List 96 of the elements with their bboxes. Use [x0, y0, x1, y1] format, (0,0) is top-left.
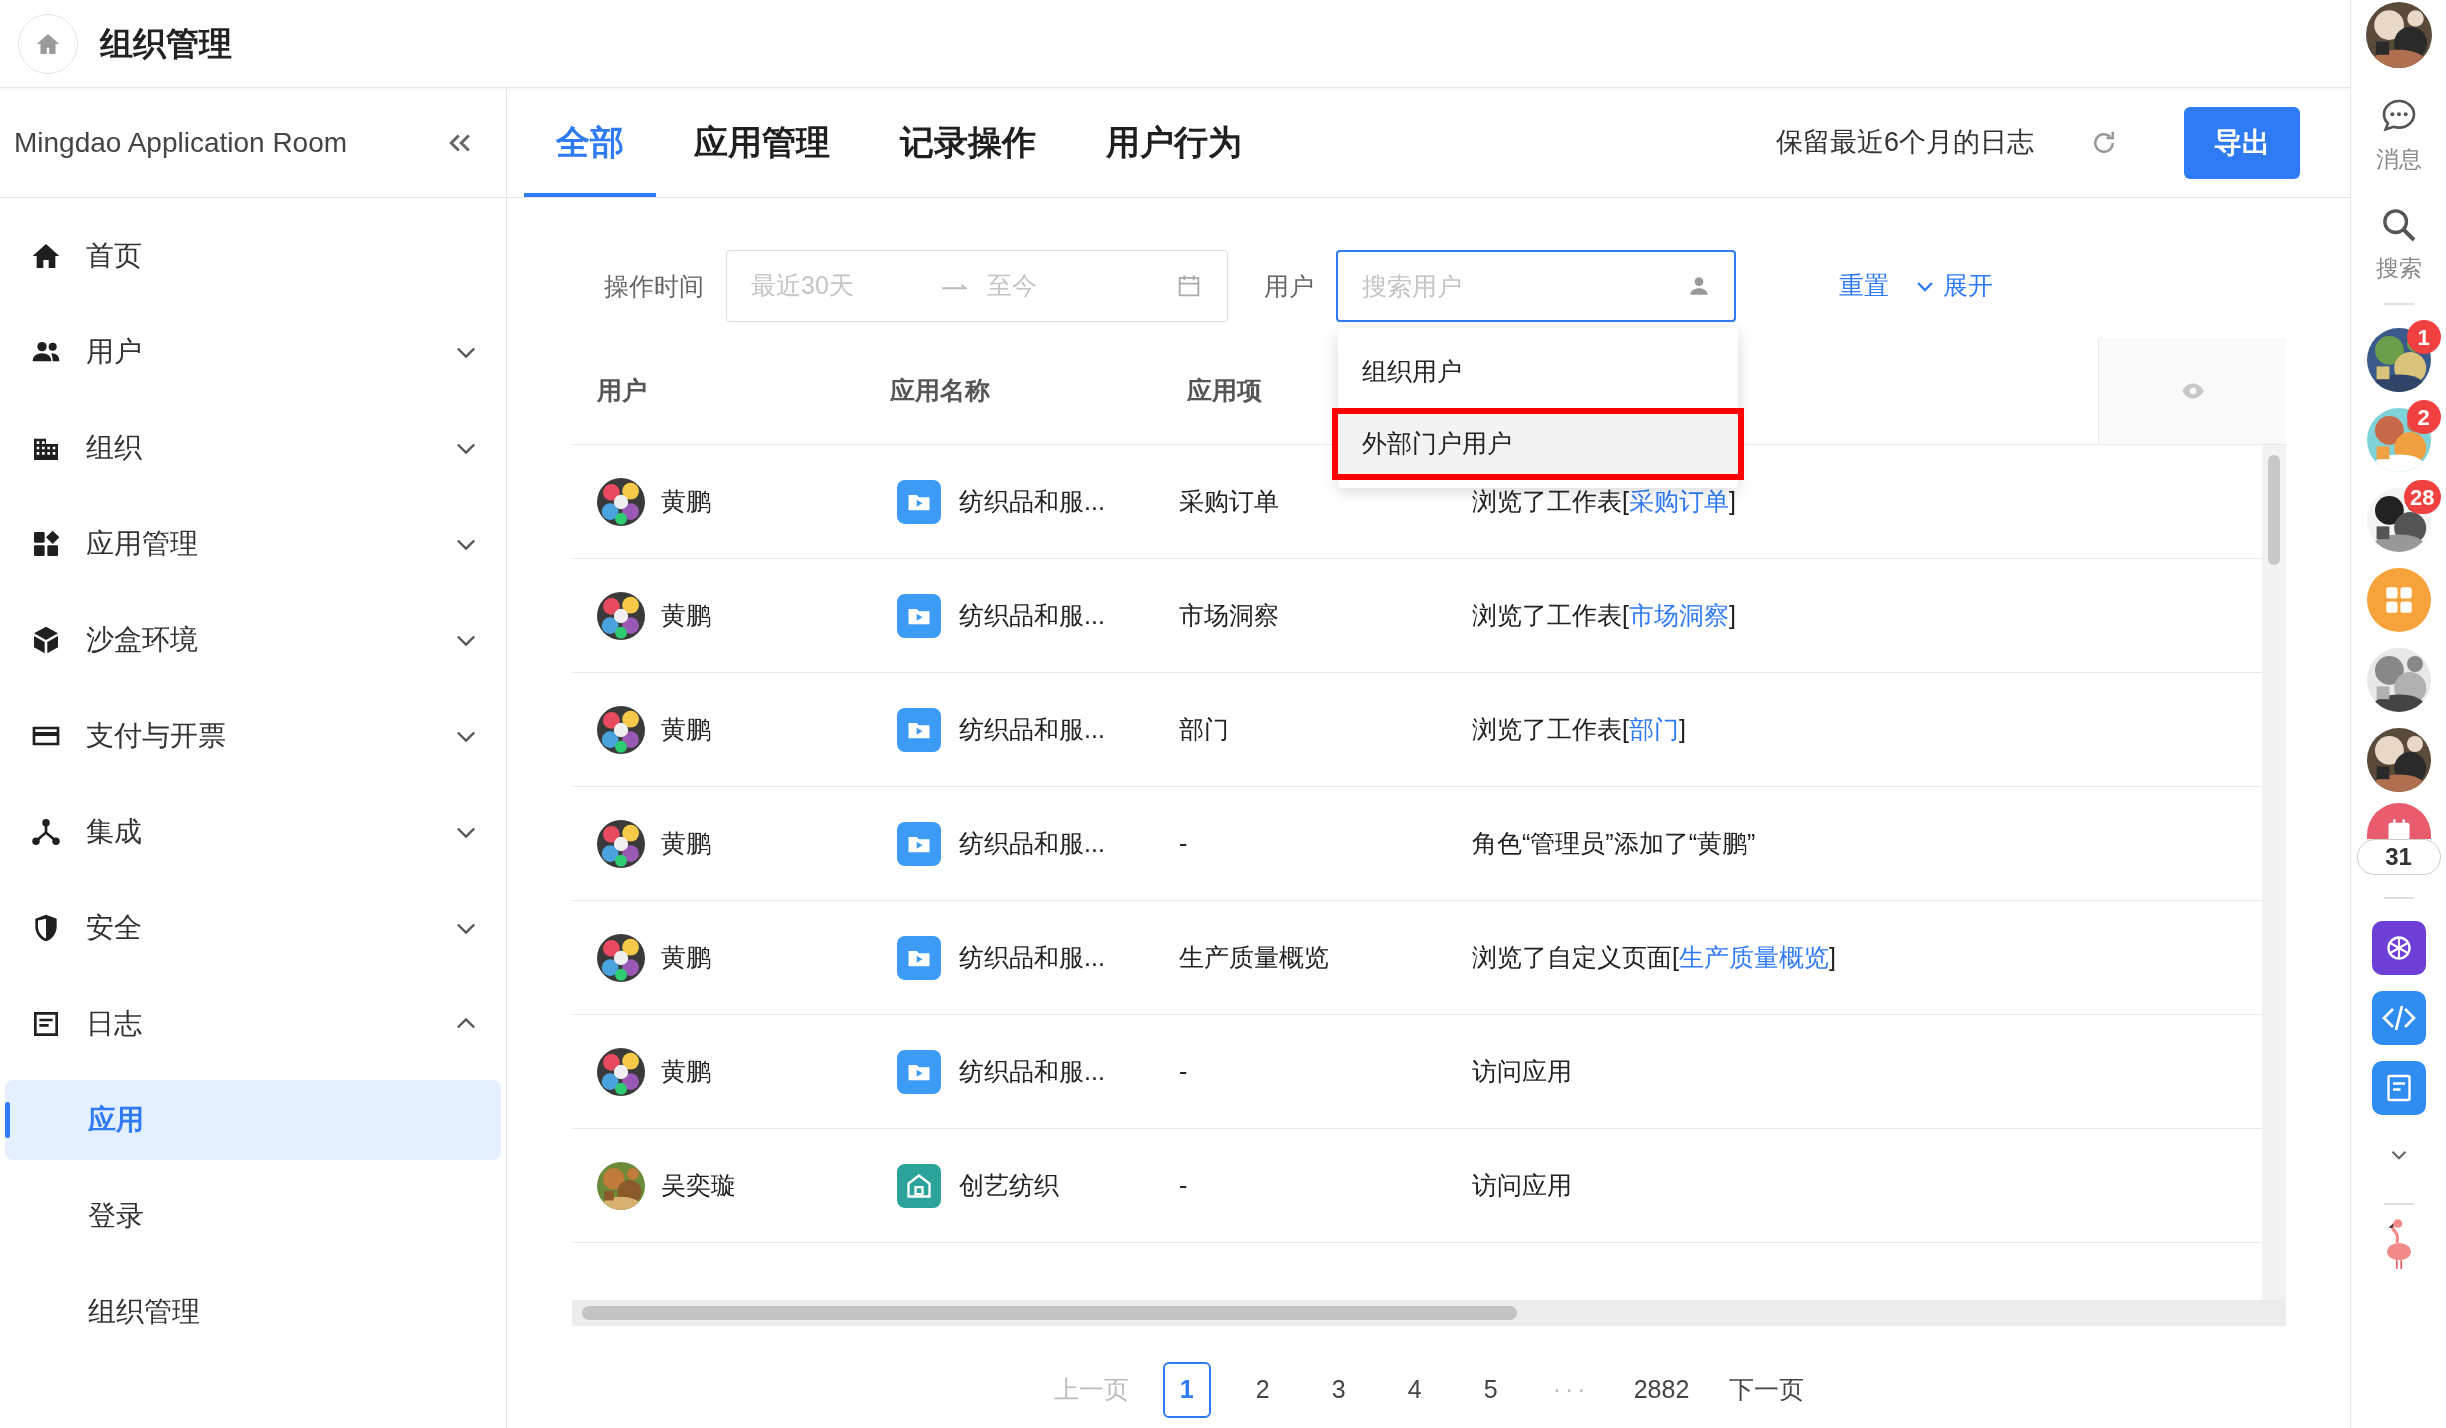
sidebar-label: 日志 [86, 1007, 143, 1041]
app-name: 纺织品和服... [959, 1055, 1105, 1087]
sidebar-label: 用户 [86, 335, 143, 369]
record-link[interactable]: 市场洞察 [1628, 600, 1729, 629]
column-header: 应用名称 [890, 376, 990, 405]
date-end-placeholder: 至今 [987, 270, 1038, 302]
app-item: - [1179, 1170, 1188, 1199]
page-button[interactable]: 2 [1238, 1362, 1287, 1418]
org-name: Mingdao Application Room [14, 125, 348, 160]
app-name: 纺织品和服... [959, 485, 1105, 517]
page-button[interactable]: 3 [1314, 1362, 1363, 1418]
sidebar-label: 支付与开票 [86, 719, 227, 753]
notification-badge: 1 [2406, 320, 2441, 354]
action-text: 访问应用 [1472, 1056, 1572, 1085]
app-launcher[interactable]: 1 [2356, 320, 2441, 394]
page-button[interactable]: 5 [1466, 1362, 1515, 1418]
tab[interactable]: 记录操作 [868, 87, 1068, 197]
sidebar-label: 沙盒环境 [86, 623, 199, 657]
app-name: 纺织品和服... [959, 599, 1105, 631]
column-header: 用户 [597, 376, 647, 405]
tool-button[interactable] [2371, 1061, 2426, 1115]
app-name: 纺织品和服... [959, 827, 1105, 859]
record-link[interactable]: 生产质量概览 [1678, 942, 1829, 971]
sidebar-item[interactable]: 支付与开票 [0, 688, 506, 784]
scrollbar-thumb[interactable] [2268, 455, 2280, 565]
action-text: 浏览了工作表[部门] [1472, 714, 1686, 743]
page-button[interactable]: 4 [1390, 1362, 1439, 1418]
action-text: 浏览了工作表[采购订单] [1472, 486, 1736, 515]
search-button[interactable]: 搜索 [2375, 204, 2422, 285]
app-launcher[interactable]: 2 [2356, 400, 2441, 474]
tool-button[interactable] [2371, 921, 2426, 975]
ellipsis: ··· [1551, 1374, 1591, 1406]
tab[interactable]: 全部 [524, 87, 656, 197]
app-launcher[interactable]: 31 [2356, 803, 2441, 875]
action-text: 浏览了自定义页面[生产质量概览] [1472, 942, 1836, 971]
menu-option[interactable]: 外部门户用户 [1332, 408, 1744, 480]
sidebar-item[interactable]: 沙盒环境 [0, 592, 506, 688]
sidebar-label: 安全 [86, 911, 143, 945]
app-item: - [1179, 1056, 1188, 1085]
filter-label: 操作时间 [604, 271, 704, 302]
sidebar-item[interactable]: 应用管理 [0, 496, 506, 592]
column-header: 应用项 [1187, 376, 1262, 405]
user-name: 吴奕璇 [661, 1169, 736, 1201]
record-link[interactable]: 采购订单 [1628, 486, 1729, 515]
sidebar-item[interactable]: 首页 [0, 208, 506, 304]
tool-button[interactable] [2371, 991, 2426, 1045]
notification-badge: 28 [2404, 480, 2441, 514]
sidebar-label: 组织 [86, 431, 143, 465]
page-button[interactable]: 1 [1162, 1362, 1211, 1418]
sidebar-item[interactable]: 用户 [0, 304, 506, 400]
reset-link[interactable]: 重置 [1839, 250, 1889, 322]
sidebar-label: 集成 [86, 815, 143, 849]
record-link[interactable]: 部门 [1628, 714, 1679, 743]
app-item: - [1179, 828, 1188, 857]
notification-badge: 2 [2406, 400, 2441, 434]
date-start-placeholder: 最近30天 [751, 270, 855, 302]
next-page-button[interactable]: 下一页 [1723, 1371, 1811, 1409]
app-item: 部门 [1179, 714, 1229, 743]
user-search-field[interactable]: 搜索用户 [1336, 250, 1736, 322]
page-button[interactable]: 2882 [1627, 1371, 1696, 1409]
filter-label: 用户 [1264, 271, 1314, 302]
sidebar-subitem[interactable]: 组织管理 [5, 1272, 501, 1352]
app-item: 市场洞察 [1179, 600, 1279, 629]
user-name: 黄鹏 [661, 941, 711, 973]
scrollbar-thumb[interactable] [582, 1306, 1517, 1320]
retention-note: 保留最近6个月的日志 [1775, 126, 2034, 160]
nodes-icon [30, 816, 62, 848]
sidebar-label: 应用管理 [86, 527, 199, 561]
app-launcher[interactable]: 28 [2356, 480, 2441, 554]
sidebar-item[interactable]: 安全 [0, 880, 506, 976]
action-text: 浏览了工作表[市场洞察] [1472, 600, 1736, 629]
export-button[interactable]: 导出 [2184, 106, 2300, 179]
app-name: 创艺纺织 [959, 1169, 1059, 1201]
page-title: 组织管理 [100, 23, 232, 64]
action-text: 访问应用 [1472, 1170, 1572, 1199]
sidebar-item[interactable]: 集成 [0, 784, 506, 880]
sidebar-item[interactable]: 组织 [0, 400, 506, 496]
app-item: 采购订单 [1179, 486, 1279, 515]
house-icon [905, 1171, 933, 1200]
app-name: 纺织品和服... [959, 713, 1105, 745]
sidebar-label: 首页 [86, 239, 143, 273]
action-text: 角色“管理员”添加了“黄鹏” [1472, 828, 1756, 857]
user-name: 黄鹏 [661, 485, 711, 517]
user-name: 黄鹏 [661, 713, 711, 745]
user-name: 黄鹏 [661, 827, 711, 859]
tab[interactable]: 应用管理 [662, 87, 862, 197]
messages-button[interactable]: 消息 [2375, 96, 2422, 177]
user-name: 黄鹏 [661, 1055, 711, 1087]
sidebar-subitem[interactable]: 登录 [5, 1176, 501, 1256]
tab[interactable]: 用户行为 [1074, 87, 1274, 197]
app-item: 生产质量概览 [1179, 942, 1329, 971]
menu-option[interactable]: 组织用户 [1338, 336, 1738, 408]
sidebar-item[interactable]: 日志 [0, 976, 506, 1072]
app-name: 纺织品和服... [959, 941, 1105, 973]
user-name: 黄鹏 [661, 599, 711, 631]
expand-button[interactable]: 展开 [1913, 250, 1993, 322]
